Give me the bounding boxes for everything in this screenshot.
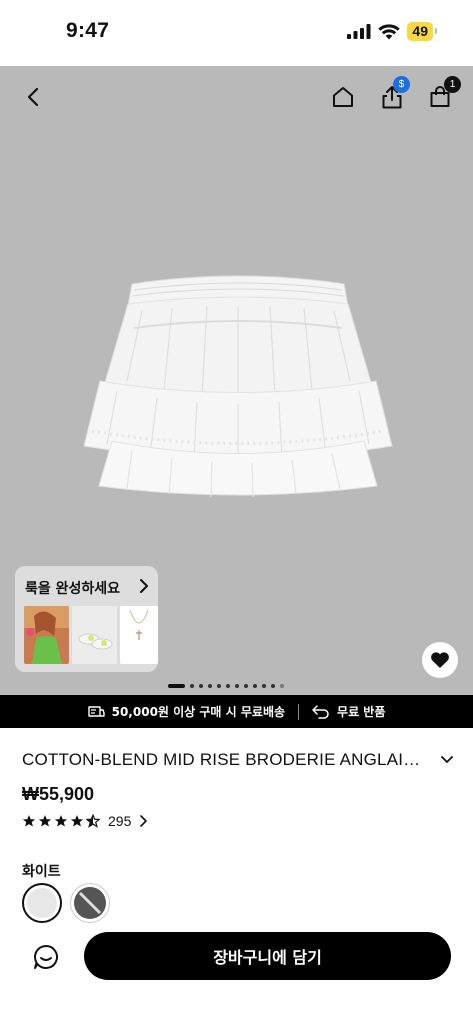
- pagination-dot: [168, 684, 185, 688]
- free-shipping-text: 50,000원 이상 구매 시 무료배송: [111, 705, 286, 719]
- complete-look-title: 룩을 완성하세요: [25, 581, 121, 597]
- promo-bar: 50,000원 이상 구매 시 무료배송 무료 반품: [0, 695, 473, 728]
- rating-row[interactable]: 295: [22, 813, 149, 829]
- star-icon: [70, 815, 84, 827]
- look-item-sandals[interactable]: [72, 606, 117, 664]
- product-price: ₩55,900: [22, 784, 95, 804]
- free-return-info: 무료 반품: [312, 703, 385, 720]
- complete-look-card[interactable]: 룩을 완성하세요: [15, 566, 158, 672]
- truck-icon: [87, 705, 105, 717]
- pagination-dot: [190, 684, 194, 688]
- product-image-skirt: [83, 275, 393, 498]
- unavailable-slash-icon: [78, 891, 102, 915]
- gallery-pagination: [168, 684, 284, 688]
- pagination-dot: [262, 684, 266, 688]
- look-item-necklace[interactable]: [120, 606, 158, 664]
- color-swatch-white[interactable]: [22, 883, 62, 923]
- signal-icon: [347, 24, 371, 39]
- share-badge: $: [393, 76, 410, 93]
- look-item-outfit[interactable]: [24, 606, 69, 664]
- product-title-row[interactable]: COTTON-BLEND MID RISE BRODERIE ANGLAI…: [22, 750, 454, 770]
- pagination-dot: [271, 684, 275, 688]
- chat-button[interactable]: [24, 935, 68, 979]
- pagination-dot: [199, 684, 203, 688]
- star-icon: [38, 815, 52, 827]
- sandals-thumbnail-image: [72, 606, 117, 664]
- back-button[interactable]: [11, 75, 55, 119]
- pagination-dot: [280, 684, 284, 688]
- free-shipping-info: 50,000원 이상 구매 시 무료배송: [87, 703, 286, 720]
- review-count: 295: [108, 813, 132, 829]
- wishlist-button[interactable]: [422, 642, 458, 678]
- pagination-dot: [226, 684, 230, 688]
- product-image-gallery[interactable]: $ 1 룩을 완성하세요: [0, 66, 473, 696]
- cart-button[interactable]: 1: [418, 75, 462, 119]
- chat-icon: [34, 945, 58, 969]
- product-title: COTTON-BLEND MID RISE BRODERIE ANGLAI…: [22, 750, 421, 769]
- share-button[interactable]: $: [370, 75, 414, 119]
- necklace-thumbnail-image: [120, 606, 158, 664]
- swatch-fill: [74, 887, 106, 919]
- chevron-down-icon[interactable]: [440, 755, 454, 765]
- star-icon: [22, 815, 36, 827]
- battery-indicator: 49: [407, 22, 437, 41]
- status-time: 9:47: [66, 19, 110, 42]
- free-return-text: 무료 반품: [337, 705, 386, 719]
- swatch-fill: [27, 888, 57, 918]
- wifi-icon: [378, 23, 401, 39]
- outfit-thumbnail-image: [24, 606, 69, 664]
- promo-divider: [298, 703, 300, 720]
- cart-count-badge: 1: [444, 76, 461, 93]
- pagination-dot: [253, 684, 257, 688]
- selected-color-label: 화이트: [22, 864, 61, 880]
- star-half-icon: [86, 814, 100, 828]
- status-bar: 9:47 49: [0, 0, 473, 66]
- star-icon: [54, 815, 68, 827]
- home-icon: [333, 87, 353, 107]
- status-icons: 49: [347, 22, 437, 41]
- pagination-dot: [235, 684, 239, 688]
- pagination-dot: [217, 684, 221, 688]
- chevron-right-icon: [140, 815, 148, 827]
- color-swatch-dark-unavailable[interactable]: [70, 883, 110, 923]
- back-icon: [27, 87, 39, 107]
- heart-icon: [431, 652, 449, 668]
- pagination-dot: [208, 684, 212, 688]
- home-button[interactable]: [321, 75, 365, 119]
- pagination-dot: [244, 684, 248, 688]
- add-to-cart-button[interactable]: 장바구니에 담기: [84, 932, 451, 980]
- chevron-right-icon: [140, 579, 148, 593]
- return-icon: [312, 704, 329, 719]
